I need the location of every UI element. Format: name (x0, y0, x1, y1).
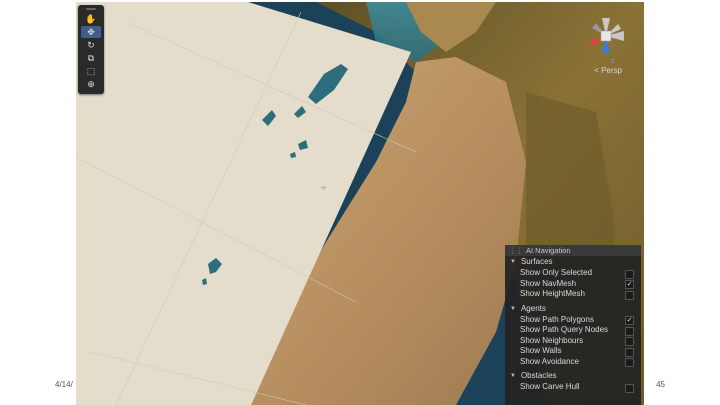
show-avoidance-row: Show Avoidance (505, 356, 641, 367)
show-path-query-nodes-label: Show Path Query Nodes (520, 325, 609, 334)
projection-toggle[interactable]: < Persp (594, 66, 622, 75)
show-heightmesh-row: Show HeightMesh (505, 289, 641, 300)
show-only-selected-label: Show Only Selected (520, 268, 593, 277)
agents-section-header[interactable]: ▼ Agents (505, 303, 641, 315)
show-avoidance-label: Show Avoidance (520, 356, 580, 366)
slide-date: 4/14/ (55, 380, 73, 389)
x-axis-label: x (584, 41, 588, 48)
show-navmesh-row: Show NavMesh ✓ (505, 278, 641, 289)
ai-navigation-overlay: ⋮⋮ AI Navigation ▼ Surfaces Show Only Se… (505, 245, 641, 405)
surfaces-section-header[interactable]: ▼ Surfaces (505, 256, 641, 268)
show-neighbours-row: Show Neighbours (505, 335, 641, 346)
rect-icon: ⬚ (86, 65, 96, 76)
show-walls-row: Show Walls (505, 346, 641, 357)
show-only-selected-checkbox[interactable] (625, 269, 634, 279)
show-walls-checkbox[interactable] (625, 347, 634, 357)
drag-handle-icon: ⋮⋮ (509, 246, 523, 255)
show-avoidance-checkbox[interactable] (625, 358, 634, 367)
rect-tool-button[interactable]: ⬚ (81, 65, 101, 77)
show-navmesh-checkbox[interactable]: ✓ (625, 280, 634, 289)
show-heightmesh-checkbox[interactable] (625, 290, 634, 300)
hand-icon: ✋ (85, 13, 97, 24)
overlay-title: AI Navigation (526, 246, 571, 255)
expand-triangle-icon: ▼ (510, 259, 516, 265)
show-navmesh-label: Show NavMesh (520, 278, 577, 288)
show-path-polygons-row: Show Path Polygons ✓ (505, 314, 641, 325)
rotate-icon: ↻ (87, 39, 95, 50)
view-tool-button[interactable]: ✋ (81, 13, 101, 25)
rotate-tool-button[interactable]: ↻ (81, 39, 101, 51)
toolbar-grip[interactable] (86, 8, 96, 10)
expand-triangle-icon: ▼ (510, 373, 516, 379)
z-axis-label: z (611, 58, 615, 64)
orientation-gizmo[interactable]: x z (578, 8, 634, 64)
show-carve-hull-checkbox[interactable] (625, 383, 634, 393)
show-carve-hull-label: Show Carve Hull (520, 382, 580, 391)
obstacles-section-header[interactable]: ▼ Obstacles (505, 370, 641, 382)
transform-tool-button[interactable]: ⊕ (81, 78, 101, 90)
scale-icon: ⧉ (87, 52, 95, 63)
overlay-title-bar[interactable]: ⋮⋮ AI Navigation (505, 245, 641, 256)
show-neighbours-label: Show Neighbours (520, 335, 584, 345)
show-path-query-nodes-row: Show Path Query Nodes (505, 325, 641, 336)
show-walls-label: Show Walls (520, 346, 562, 355)
show-path-polygons-checkbox[interactable]: ✓ (625, 316, 634, 325)
scene-viewport[interactable]: ✋ ✥ ↻ ⧉ ⬚ ⊕ x z < Persp ⋮⋮ AI Navigation… (76, 2, 644, 405)
slide-page-number: 45 (656, 380, 665, 389)
move-icon: ✥ (87, 26, 95, 37)
show-heightmesh-label: Show HeightMesh (520, 289, 585, 298)
show-neighbours-checkbox[interactable] (625, 337, 634, 346)
expand-triangle-icon: ▼ (510, 305, 516, 312)
move-tool-button[interactable]: ✥ (81, 26, 101, 38)
show-only-selected-row: Show Only Selected (505, 268, 641, 279)
show-carve-hull-row: Show Carve Hull (505, 382, 641, 393)
scale-tool-button[interactable]: ⧉ (81, 52, 101, 64)
scene-tools-toolbar: ✋ ✥ ↻ ⧉ ⬚ ⊕ (78, 5, 104, 94)
show-path-query-nodes-checkbox[interactable] (625, 326, 634, 336)
show-path-polygons-label: Show Path Polygons (520, 314, 594, 324)
transform-icon: ⊕ (87, 78, 95, 89)
